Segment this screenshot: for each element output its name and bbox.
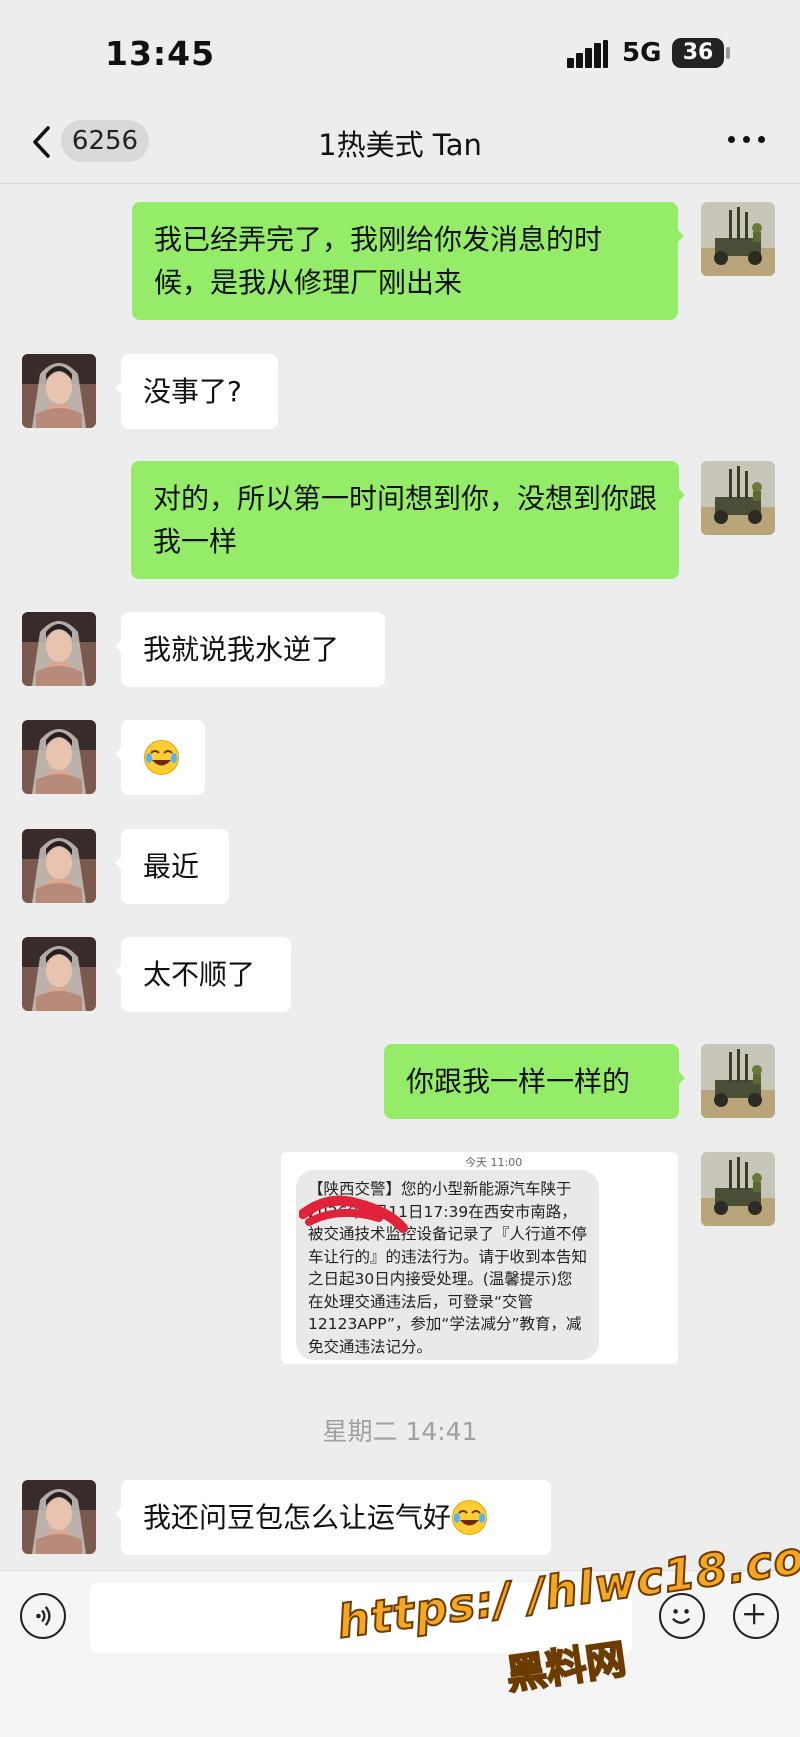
battery-icon: 36 (672, 38, 730, 68)
chat-timestamp: 星期二 14:41 (322, 1417, 478, 1446)
message-bubble-received[interactable]: 我就说我水逆了 (115, 612, 385, 687)
message-bubble-received[interactable] (115, 720, 205, 795)
message-bubble-sent[interactable]: 你跟我一样一样的 (384, 1044, 685, 1119)
message-bubble-received[interactable]: 太不顺了 (115, 937, 291, 1012)
message-text: 对的，所以第一时间想到你，没想到你跟我一样 (153, 482, 658, 558)
laughing-crying-emoji-icon (451, 1499, 488, 1536)
image-message[interactable]: 今天 11:00 【陕西交警】您的小型新能源汽车陕于2026年5月11日17:3… (281, 1152, 678, 1364)
network-label: 5G (622, 38, 662, 68)
self-avatar[interactable] (701, 1152, 775, 1226)
contact-avatar[interactable] (22, 829, 96, 903)
voice-icon[interactable] (20, 1593, 66, 1639)
contact-avatar[interactable] (22, 354, 96, 428)
more-icon[interactable] (728, 136, 768, 146)
message-text: 我已经弄完了，我刚给你发消息的时候，是我从修理厂刚出来 (154, 223, 603, 299)
signal-icon (567, 40, 609, 68)
message-text: 我还问豆包怎么让运气好 (143, 1501, 452, 1534)
chat-header: 6256 1热美式 Tan (0, 108, 800, 184)
message-bubble-received[interactable]: 最近 (115, 829, 229, 904)
message-text: 我就说我水逆了 (143, 633, 340, 666)
status-bar: 13:45 5G 36 (0, 0, 800, 110)
laughing-crying-emoji-icon (143, 739, 180, 776)
contact-avatar[interactable] (22, 937, 96, 1011)
self-avatar[interactable] (701, 1044, 775, 1118)
message-bubble-received[interactable]: 没事了? (115, 354, 278, 429)
contact-avatar[interactable] (22, 612, 96, 686)
message-bubble-sent[interactable]: 我已经弄完了，我刚给你发消息的时候，是我从修理厂刚出来 (132, 202, 684, 320)
message-text: 太不顺了 (143, 958, 256, 991)
message-text: 你跟我一样一样的 (406, 1065, 631, 1098)
message-text: 没事了? (143, 375, 242, 408)
status-time: 13:45 (105, 34, 216, 73)
self-avatar[interactable] (701, 461, 775, 535)
contact-avatar[interactable] (22, 720, 96, 794)
chat-title: 1热美式 Tan (318, 128, 482, 162)
message-text: 最近 (143, 850, 200, 883)
self-avatar[interactable] (701, 202, 775, 276)
sms-timestamp: 今天 11:00 (465, 1156, 523, 1169)
contact-avatar[interactable] (22, 1480, 96, 1554)
redaction-mark (299, 1195, 408, 1233)
message-bubble-sent[interactable]: 对的，所以第一时间想到你，没想到你跟我一样 (131, 461, 685, 579)
